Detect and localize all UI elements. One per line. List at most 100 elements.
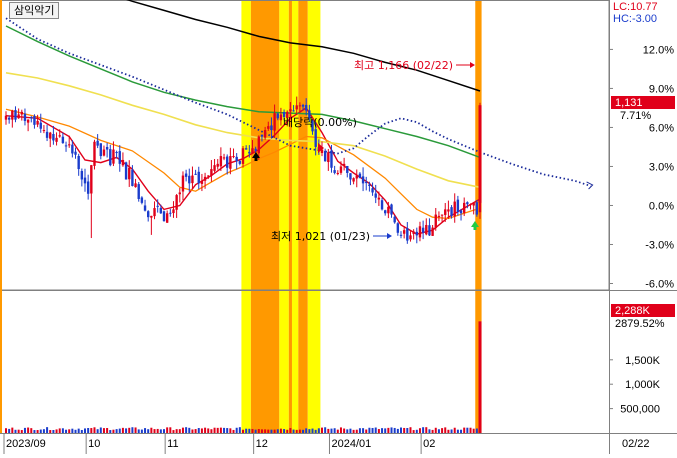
candle-body (390, 204, 393, 215)
candle-body (229, 156, 232, 169)
candle-body (169, 212, 172, 214)
volume-bar (52, 430, 55, 433)
candle-body (267, 126, 270, 129)
volume-bar (210, 429, 213, 433)
y-tick-label: 0.0% (649, 200, 674, 212)
volume-bar (349, 428, 352, 433)
candle-body (197, 171, 200, 184)
volume-bar (409, 427, 412, 433)
volume-bar (283, 429, 286, 433)
dividend-annotation: 배당락(0.00%) (283, 116, 357, 129)
candle-body (210, 169, 213, 176)
candle-body (440, 214, 444, 216)
current-price-label: 1,131 (615, 97, 643, 109)
volume-bar (355, 429, 358, 433)
volume-bar (289, 428, 292, 433)
candle-body (184, 173, 188, 177)
x-tick-label: 11 (167, 438, 178, 450)
stock-chart[interactable]: 12.0% 9.0% 6.0% 3.0% 0.0% -3.0% -6.0% 1,500K 1,0… (0, 0, 677, 454)
volume-bar (115, 429, 118, 433)
volume-bar (368, 427, 371, 433)
x-tick-label: 12 (256, 438, 268, 450)
candle-body (83, 177, 87, 184)
candle-body (121, 159, 125, 166)
candle-body (39, 122, 42, 129)
volume-bar (223, 427, 226, 433)
candle-body (4, 115, 8, 120)
candle-body (358, 173, 362, 179)
candle-body (203, 176, 207, 181)
candle-body (447, 209, 450, 212)
volume-bar (229, 428, 232, 433)
volume-bar (5, 428, 7, 433)
volume-bar (441, 428, 444, 433)
volume-bar (381, 428, 384, 433)
candle-body (238, 160, 242, 164)
volume-bar (267, 429, 270, 433)
candle-body (45, 131, 49, 138)
y-tick-label: 3.0% (649, 161, 674, 173)
volume-bar (213, 427, 216, 433)
candle-body (93, 141, 96, 166)
candle-body (374, 193, 377, 198)
candle-body (102, 149, 106, 156)
candle-body (406, 228, 409, 241)
volume-bar (58, 428, 61, 433)
volume-bar (428, 429, 431, 433)
candle-body (355, 175, 358, 179)
volume-bar (434, 427, 437, 433)
candle-body (153, 208, 156, 217)
candle-body (399, 234, 403, 236)
volume-bar (68, 429, 71, 433)
volume-bar (178, 429, 181, 433)
candle-body (200, 180, 204, 184)
candle-body (213, 165, 216, 171)
volume-bar (412, 430, 415, 433)
volume-bar (362, 428, 365, 433)
volume-bar (219, 427, 222, 433)
candle-body (109, 149, 112, 166)
volume-tick-label: 500,000 (620, 404, 660, 416)
candle-body (118, 151, 121, 164)
volume-bar (77, 428, 80, 433)
candle-body (402, 230, 406, 234)
volume-bar (87, 428, 90, 433)
volume-bar (295, 429, 298, 433)
volume-bar (125, 428, 128, 433)
candle-body (90, 165, 93, 194)
volume-bar (422, 427, 425, 433)
volume-bar (431, 429, 434, 433)
volume-bar (437, 429, 440, 433)
volume-bar (200, 428, 203, 433)
candle-body (298, 105, 302, 107)
volume-bar (33, 430, 36, 433)
volume-bar (166, 427, 169, 433)
highlight-band-5 (298, 0, 308, 433)
volume-bar (469, 427, 472, 433)
volume-bar (102, 428, 105, 433)
high-arrow-icon (470, 62, 475, 68)
candle-body (140, 197, 144, 203)
candle-body (270, 125, 273, 131)
candle-body (371, 188, 374, 193)
highlight-band-2 (279, 0, 289, 433)
volume-bar (226, 428, 229, 433)
candle-body (52, 134, 55, 141)
volume-bar (128, 427, 131, 433)
volume-bar (302, 429, 305, 433)
volume-bar (308, 429, 311, 433)
candle-body (254, 148, 257, 151)
volume-tick-label: 1,000K (625, 379, 661, 391)
chart-canvas[interactable]: 12.0% 9.0% 6.0% 3.0% 0.0% -3.0% -6.0% 1,500K 1,0… (0, 0, 677, 454)
volume-bar (131, 427, 134, 433)
candle-body (235, 156, 238, 162)
candle-body (219, 156, 223, 167)
volume-bar (251, 428, 254, 433)
candle-body (20, 111, 23, 115)
candle-body (466, 202, 469, 205)
candle-body (314, 129, 317, 147)
highlight-band-3 (288, 0, 292, 433)
highlight-band-1 (250, 0, 280, 433)
volume-bar (65, 429, 68, 433)
stock-name-label[interactable]: 삼익악기 (9, 2, 60, 19)
